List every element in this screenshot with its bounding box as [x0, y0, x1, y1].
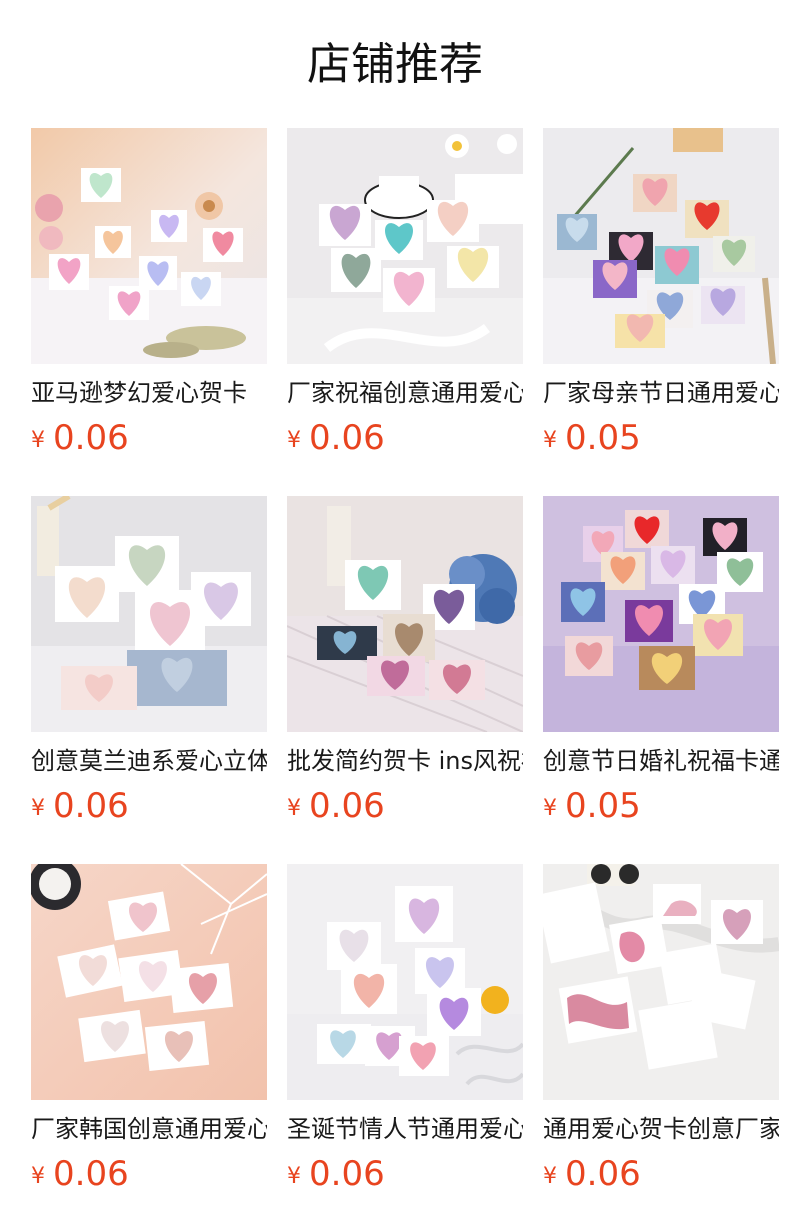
- product-image[interactable]: [287, 128, 523, 364]
- product-card[interactable]: 批发简约贺卡 ins风祝福卡 ¥0.06: [287, 496, 523, 864]
- colorful-heart-cards-vase-icon: [543, 128, 779, 364]
- product-image[interactable]: [287, 864, 523, 1100]
- product-grid: 亚马逊梦幻爱心贺卡 ¥0.06 厂家祝福创意通用爱心 ¥ 0.06 厂家母亲节日…: [31, 128, 779, 1232]
- currency-symbol: ¥: [287, 428, 301, 453]
- currency-symbol: ¥: [31, 428, 45, 453]
- wedding-heart-cards-purple-icon: [543, 496, 779, 732]
- product-name[interactable]: 厂家母亲节日通用爱心贺卡: [543, 376, 779, 410]
- price-amount: 0.06: [53, 1154, 129, 1194]
- price-amount: 0.06: [309, 418, 385, 458]
- product-name[interactable]: 创意莫兰迪系爱心立体贺卡: [31, 744, 267, 778]
- product-image[interactable]: [543, 496, 779, 732]
- product-card[interactable]: 创意节日婚礼祝福卡通用 ¥0.05: [543, 496, 779, 864]
- currency-symbol: ¥: [543, 428, 557, 453]
- currency-symbol: ¥: [543, 796, 557, 821]
- product-image[interactable]: [31, 496, 267, 732]
- product-card[interactable]: 厂家母亲节日通用爱心贺卡 ¥0.05: [543, 128, 779, 496]
- product-card[interactable]: 亚马逊梦幻爱心贺卡 ¥0.06: [31, 128, 267, 496]
- product-name[interactable]: 通用爱心贺卡创意厂家批发: [543, 1112, 779, 1146]
- marble-heart-cards-fur-icon: [543, 864, 779, 1100]
- product-card[interactable]: 通用爱心贺卡创意厂家批发 ¥0.06: [543, 864, 779, 1232]
- product-name[interactable]: 厂家韩国创意通用爱心贺卡: [31, 1112, 267, 1146]
- product-price: ¥0.06: [31, 784, 129, 828]
- price-amount: 0.06: [309, 1154, 385, 1194]
- product-name[interactable]: 圣诞节情人节通用爱心贺卡: [287, 1112, 523, 1146]
- price-amount: 0.05: [565, 786, 641, 826]
- product-price: ¥0.06: [287, 416, 385, 460]
- morandi-heart-standing-cards-icon: [31, 496, 267, 732]
- product-price: ¥0.06: [287, 784, 385, 828]
- price-amount: 0.06: [309, 786, 385, 826]
- product-price: ¥0.05: [543, 784, 641, 828]
- currency-symbol: ¥: [31, 1164, 45, 1189]
- ombre-heart-greeting-cards-flowers-icon: [31, 128, 267, 364]
- currency-symbol: ¥: [287, 1164, 301, 1189]
- product-price: ¥0.06: [31, 416, 129, 460]
- product-name[interactable]: 亚马逊梦幻爱心贺卡: [31, 376, 267, 410]
- price-amount: 0.06: [565, 1154, 641, 1194]
- product-card[interactable]: 厂家韩国创意通用爱心贺卡 ¥0.06: [31, 864, 267, 1232]
- product-price: ¥0.06: [543, 1152, 641, 1196]
- store-recommendation-page: 店铺推荐 亚马逊梦幻爱心贺卡 ¥ 0.06 厂家祝福创意通用爱心 ¥ 0.06 …: [0, 0, 790, 1232]
- price-amount: 0.05: [565, 418, 641, 458]
- currency-symbol: ¥: [287, 796, 301, 821]
- product-price: ¥0.06: [31, 1152, 129, 1196]
- product-price: ¥0.05: [543, 416, 641, 460]
- simple-heart-cards-hydrangea-icon: [287, 496, 523, 732]
- product-name[interactable]: 厂家祝福创意通用爱心贺卡: [287, 376, 523, 410]
- price-amount: 0.06: [53, 786, 129, 826]
- product-name[interactable]: 批发简约贺卡 ins风祝福卡: [287, 744, 523, 778]
- product-image[interactable]: [287, 496, 523, 732]
- product-card[interactable]: 厂家祝福创意通用爱心贺卡 ¥0.06: [287, 128, 523, 496]
- product-card[interactable]: 圣诞节情人节通用爱心贺卡 ¥0.06: [287, 864, 523, 1232]
- price-amount: 0.06: [53, 418, 129, 458]
- product-image[interactable]: [31, 128, 267, 364]
- product-image[interactable]: [31, 864, 267, 1100]
- product-card[interactable]: 创意莫兰迪系爱心立体贺卡 ¥0.06: [31, 496, 267, 864]
- page-title: 店铺推荐: [307, 39, 483, 90]
- product-name[interactable]: 创意节日婚礼祝福卡通用: [543, 744, 779, 778]
- watercolor-heart-cards-peach-icon: [31, 864, 267, 1100]
- gradient-heart-cards-lace-icon: [287, 864, 523, 1100]
- pastel-heart-cards-teacup-icon: [287, 128, 523, 364]
- product-image[interactable]: [543, 864, 779, 1100]
- currency-symbol: ¥: [543, 1164, 557, 1189]
- currency-symbol: ¥: [31, 796, 45, 821]
- product-image[interactable]: [543, 128, 779, 364]
- product-price: ¥0.06: [287, 1152, 385, 1196]
